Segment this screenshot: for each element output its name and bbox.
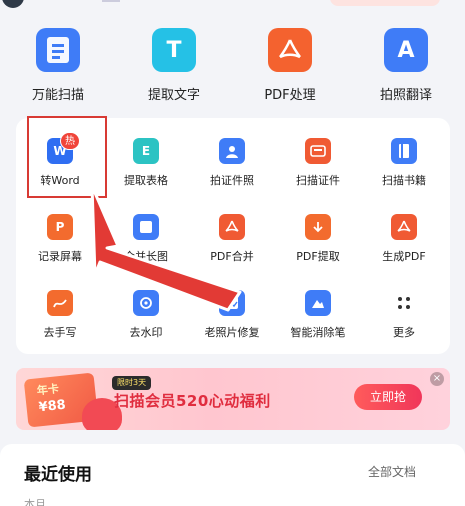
- pdf-extract-icon: [305, 214, 331, 240]
- promo-banner[interactable]: 年卡 ¥88 限时3天 扫描会员520心动福利 立即抢 ×: [16, 368, 450, 430]
- avatar[interactable]: [2, 0, 24, 8]
- portrait-icon: [219, 138, 245, 164]
- recent-title: 最近使用: [24, 465, 92, 485]
- tool-label: 拍证件照: [210, 174, 254, 187]
- vip-pill[interactable]: [330, 0, 440, 6]
- recent-subtitle: 本月: [24, 498, 46, 506]
- tool-remove-handwriting[interactable]: 去手写: [16, 272, 104, 344]
- pdf-merge-icon: [219, 214, 245, 240]
- tool-label: 去水印: [129, 326, 163, 339]
- tool-extract-text[interactable]: T 提取文字: [116, 28, 232, 108]
- tool-universal-scan[interactable]: 万能扫描: [0, 28, 116, 108]
- translate-icon: A: [384, 28, 428, 72]
- watermark-icon: [133, 290, 159, 316]
- tool-merge-long-image[interactable]: 合并长图: [102, 196, 190, 268]
- top-strip: [0, 0, 465, 14]
- tool-label: PDF合并: [210, 250, 254, 263]
- tool-scan-id[interactable]: 扫描证件: [274, 120, 362, 192]
- ppt-glyph: P: [55, 220, 65, 234]
- tool-label: 去手写: [43, 326, 77, 339]
- tool-label: 扫描证件: [296, 174, 340, 187]
- card-title: 年卡: [36, 382, 60, 398]
- divider: [102, 0, 120, 2]
- tool-label: 提取表格: [124, 174, 168, 187]
- tool-label: PDF处理: [264, 88, 316, 103]
- tool-label: 万能扫描: [31, 88, 84, 103]
- all-docs-link[interactable]: 全部文档: [368, 463, 416, 480]
- banner-text: 扫描会员520心动福利: [114, 392, 271, 410]
- tool-label: 记录屏幕: [38, 250, 82, 263]
- tool-label: 更多: [393, 326, 415, 339]
- book-icon: [391, 138, 417, 164]
- tool-remove-watermark[interactable]: 去水印: [102, 272, 190, 344]
- eraser-icon: [305, 290, 331, 316]
- tool-label: 老照片修复: [204, 326, 260, 339]
- tool-record-screen[interactable]: P 记录屏幕: [16, 196, 104, 268]
- tool-label: 智能消除笔: [290, 326, 346, 339]
- tool-id-photo[interactable]: 拍证件照: [188, 120, 276, 192]
- translate-glyph: A: [397, 37, 415, 63]
- text-glyph: T: [166, 37, 182, 63]
- tool-label: 提取文字: [147, 88, 200, 103]
- tool-pdf-process[interactable]: PDF处理: [232, 28, 348, 108]
- handwriting-icon: [47, 290, 73, 316]
- pdf-icon: [268, 28, 312, 72]
- tool-smart-eraser[interactable]: 智能消除笔: [274, 272, 362, 344]
- limited-tag: 限时3天: [112, 376, 152, 390]
- tool-more[interactable]: 更多: [360, 272, 448, 344]
- tool-scan-book[interactable]: 扫描书籍: [360, 120, 448, 192]
- close-icon[interactable]: ×: [430, 372, 444, 386]
- photo-restore-icon: [219, 290, 245, 316]
- more-grid-icon: [391, 290, 417, 316]
- id-card-icon: [305, 138, 331, 164]
- tool-photo-translate[interactable]: A 拍照翻译: [348, 28, 464, 108]
- big-tools-row: 万能扫描 T 提取文字 PDF处理 A 拍照翻译: [0, 28, 465, 108]
- tool-pdf-merge[interactable]: PDF合并: [188, 196, 276, 268]
- recent-section: 最近使用 全部文档 本月: [0, 444, 465, 506]
- tool-create-pdf[interactable]: 生成PDF: [360, 196, 448, 268]
- tool-old-photo-restore[interactable]: 老照片修复: [188, 272, 276, 344]
- table-glyph: E: [141, 144, 151, 158]
- ppt-icon: P: [47, 214, 73, 240]
- tool-pdf-extract[interactable]: PDF提取: [274, 196, 362, 268]
- text-extract-icon: T: [152, 28, 196, 72]
- tool-label: 拍照翻译: [379, 88, 432, 103]
- tool-label: 生成PDF: [382, 250, 426, 263]
- create-pdf-icon: [391, 214, 417, 240]
- long-image-icon: [133, 214, 159, 240]
- card-price: ¥88: [37, 397, 67, 416]
- grab-now-button[interactable]: 立即抢: [354, 384, 422, 410]
- tool-extract-table[interactable]: E 提取表格: [102, 120, 190, 192]
- highlight-box: [27, 116, 107, 198]
- tool-label: 合并长图: [124, 250, 168, 263]
- scan-doc-icon: [36, 28, 80, 72]
- tool-label: PDF提取: [296, 250, 340, 263]
- tool-label: 扫描书籍: [382, 174, 426, 187]
- table-icon: E: [133, 138, 159, 164]
